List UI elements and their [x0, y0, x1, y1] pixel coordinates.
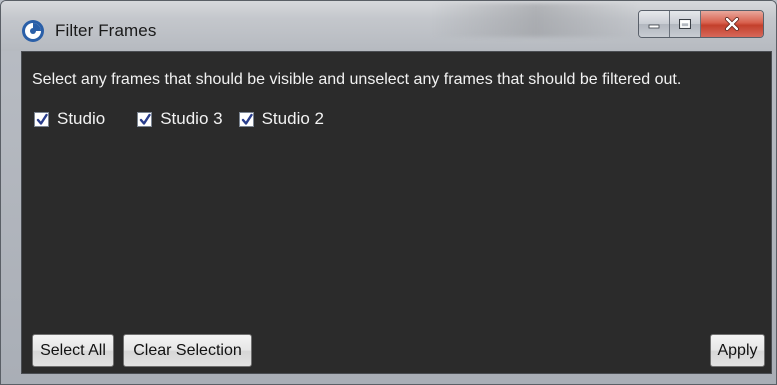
frame-label-studio-2: Studio 2: [261, 109, 324, 128]
window-title: Filter Frames: [55, 21, 157, 40]
close-button[interactable]: [701, 11, 763, 37]
title-bar[interactable]: Filter Frames: [1, 1, 776, 51]
apply-button[interactable]: Apply: [710, 334, 765, 367]
checkmark-icon: [241, 113, 253, 125]
checkbox-studio-2[interactable]: [238, 111, 254, 127]
frame-option-studio-3[interactable]: Studio 3: [137, 109, 223, 129]
minimize-button[interactable]: [639, 11, 670, 37]
frame-checkbox-list: Studio Studio 3 Studio 2: [34, 109, 356, 129]
minimize-icon: [648, 24, 660, 29]
instruction-text: Select any frames that should be visible…: [32, 71, 682, 88]
checkbox-studio-3[interactable]: [137, 111, 153, 127]
close-icon: [725, 17, 739, 31]
dialog-content: Select any frames that should be visible…: [21, 51, 772, 374]
frame-label-studio: Studio: [57, 109, 106, 128]
select-all-button[interactable]: Select All: [32, 334, 114, 367]
filter-frames-window: Filter Frames Select any frames that sho…: [0, 0, 777, 385]
clear-selection-button[interactable]: Clear Selection: [123, 334, 252, 367]
caption-buttons: [638, 10, 764, 38]
frame-option-studio-2[interactable]: Studio 2: [238, 109, 324, 129]
frame-option-studio[interactable]: Studio: [34, 109, 105, 129]
maximize-icon: [679, 19, 691, 29]
checkmark-icon: [36, 113, 48, 125]
checkbox-studio[interactable]: [34, 111, 49, 127]
maximize-button[interactable]: [670, 11, 701, 37]
background-ghost: [431, 3, 641, 37]
frame-label-studio-3: Studio 3: [160, 109, 223, 128]
app-logo-icon: [22, 20, 44, 42]
checkmark-icon: [140, 113, 151, 125]
